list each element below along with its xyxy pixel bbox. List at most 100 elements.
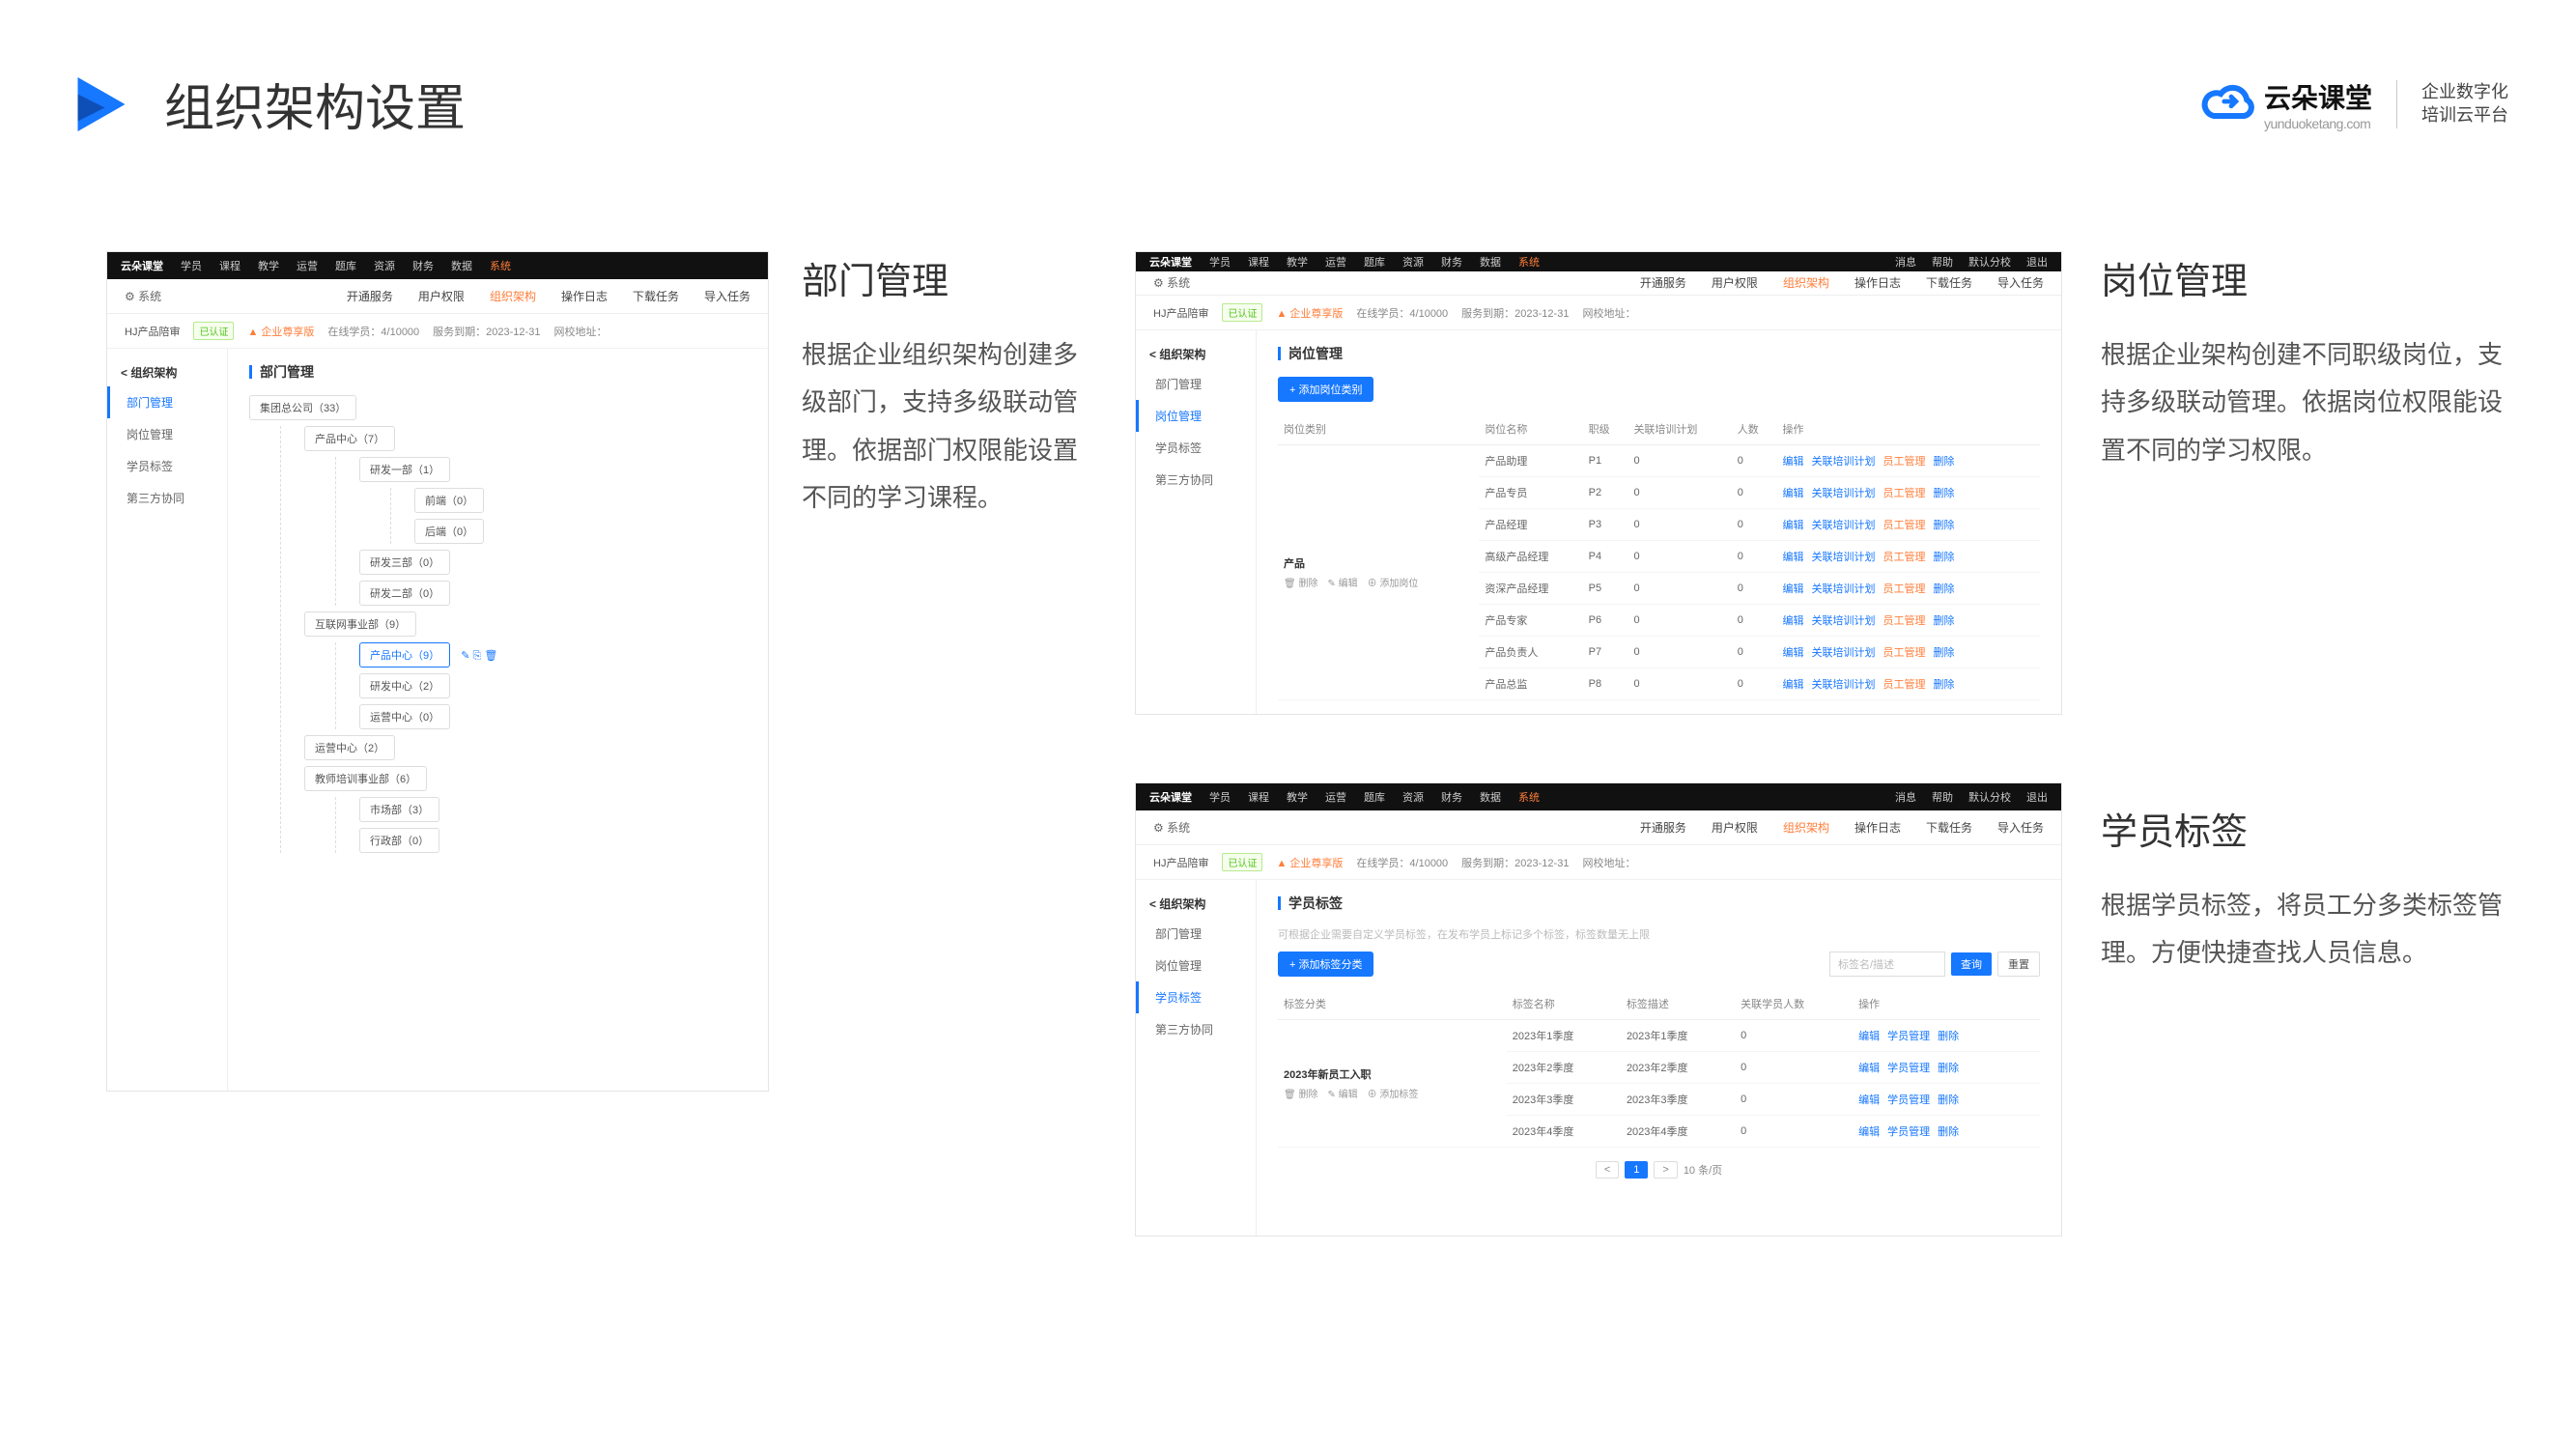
op-del[interactable]: 删除: [1938, 1031, 1959, 1042]
op-edit[interactable]: 编辑: [1783, 456, 1804, 468]
tree-node[interactable]: 教师培训事业部（6）: [304, 766, 427, 791]
op-del[interactable]: 删除: [1934, 552, 1955, 563]
help-link[interactable]: 帮助: [1932, 789, 1953, 805]
reset-button[interactable]: 重置: [1997, 952, 2040, 977]
sidebar-item-tag[interactable]: 学员标签: [1136, 981, 1256, 1013]
topnav-item[interactable]: 教学: [1287, 254, 1308, 270]
topnav-item-active[interactable]: 系统: [1518, 254, 1540, 270]
sidebar-item-tag[interactable]: 学员标签: [1136, 432, 1256, 464]
subnav-item[interactable]: 操作日志: [561, 288, 608, 304]
subnav-item[interactable]: 下载任务: [1926, 274, 1972, 291]
sidebar-item-department[interactable]: 部门管理: [107, 386, 227, 418]
topnav-item[interactable]: 题库: [335, 258, 356, 273]
op-edit[interactable]: 编辑: [1783, 520, 1804, 531]
op-staff[interactable]: 员工管理: [1883, 647, 1926, 659]
topnav-item[interactable]: 学员: [1209, 254, 1231, 270]
op-edit[interactable]: 编辑: [1783, 679, 1804, 691]
sidebar-item-department[interactable]: 部门管理: [1136, 368, 1256, 400]
msg-link[interactable]: 消息: [1895, 789, 1916, 805]
op-student[interactable]: 学员管理: [1887, 1063, 1930, 1074]
topnav-item[interactable]: 运营: [297, 258, 318, 273]
tree-node[interactable]: 运营中心（2）: [304, 735, 395, 760]
op-edit[interactable]: 编辑: [1858, 1094, 1880, 1106]
page-prev[interactable]: <: [1596, 1161, 1619, 1179]
op-del[interactable]: 删除: [1938, 1063, 1959, 1074]
topnav-item[interactable]: 课程: [1248, 254, 1269, 270]
op-edit[interactable]: 编辑: [1783, 552, 1804, 563]
op-edit[interactable]: 编辑: [1783, 488, 1804, 499]
tree-node[interactable]: 研发三部（0）: [359, 550, 450, 575]
tree-node[interactable]: 研发中心（2）: [359, 673, 450, 698]
tree-node[interactable]: 集团总公司（33）: [249, 395, 356, 420]
subnav-item[interactable]: 用户权限: [418, 288, 465, 304]
tree-node[interactable]: 研发二部（0）: [359, 581, 450, 606]
sidebar-item-thirdparty[interactable]: 第三方协同: [107, 482, 227, 514]
op-del[interactable]: 删除: [1934, 647, 1955, 659]
tree-node-selected[interactable]: 产品中心（9）: [359, 642, 450, 668]
op-plan[interactable]: 关联培训计划: [1812, 488, 1876, 499]
subnav-item[interactable]: 开通服务: [1640, 274, 1686, 291]
topnav-item[interactable]: 数据: [451, 258, 472, 273]
campus-link[interactable]: 默认分校: [1968, 254, 2011, 270]
subnav-item[interactable]: 开通服务: [347, 288, 393, 304]
op-staff[interactable]: 员工管理: [1883, 456, 1926, 468]
subnav-item[interactable]: 操作日志: [1854, 819, 1901, 836]
topnav-item[interactable]: 数据: [1480, 254, 1501, 270]
op-del[interactable]: 删除: [1934, 615, 1955, 627]
tree-node[interactable]: 运营中心（0）: [359, 704, 450, 729]
topnav-item[interactable]: 教学: [258, 258, 279, 273]
add-tag-button[interactable]: + 添加标签分类: [1278, 952, 1373, 977]
op-plan[interactable]: 关联培训计划: [1812, 552, 1876, 563]
op-staff[interactable]: 员工管理: [1883, 679, 1926, 691]
subnav-item-active[interactable]: 组织架构: [1783, 819, 1829, 836]
sidebar-back[interactable]: < 组织架构: [107, 358, 227, 386]
op-edit[interactable]: 编辑: [1858, 1063, 1880, 1074]
op-plan[interactable]: 关联培训计划: [1812, 647, 1876, 659]
help-link[interactable]: 帮助: [1932, 254, 1953, 270]
add-position-button[interactable]: + 添加岗位类别: [1278, 377, 1373, 402]
op-edit[interactable]: 编辑: [1858, 1031, 1880, 1042]
topnav-item[interactable]: 资源: [1402, 789, 1424, 805]
subnav-item[interactable]: 下载任务: [633, 288, 679, 304]
op-del[interactable]: 删除: [1938, 1094, 1959, 1106]
topnav-item[interactable]: 资源: [374, 258, 395, 273]
tree-node[interactable]: 产品中心（7）: [304, 426, 395, 451]
subnav-item-active[interactable]: 组织架构: [490, 288, 536, 304]
op-student[interactable]: 学员管理: [1887, 1031, 1930, 1042]
logout-link[interactable]: 退出: [2026, 789, 2048, 805]
page-current[interactable]: 1: [1625, 1161, 1648, 1179]
campus-link[interactable]: 默认分校: [1968, 789, 2011, 805]
topnav-item[interactable]: 教学: [1287, 789, 1308, 805]
subnav-item[interactable]: 操作日志: [1854, 274, 1901, 291]
search-button[interactable]: 查询: [1951, 952, 1992, 976]
op-student[interactable]: 学员管理: [1887, 1126, 1930, 1138]
topnav-item[interactable]: 课程: [1248, 789, 1269, 805]
op-staff[interactable]: 员工管理: [1883, 520, 1926, 531]
topnav-item[interactable]: 学员: [1209, 789, 1231, 805]
op-edit[interactable]: 编辑: [1858, 1126, 1880, 1138]
logout-link[interactable]: 退出: [2026, 254, 2048, 270]
msg-link[interactable]: 消息: [1895, 254, 1916, 270]
topnav-item[interactable]: 运营: [1325, 789, 1346, 805]
op-plan[interactable]: 关联培训计划: [1812, 456, 1876, 468]
subnav-item[interactable]: 导入任务: [1997, 819, 2044, 836]
op-edit[interactable]: 编辑: [1783, 647, 1804, 659]
op-staff[interactable]: 员工管理: [1883, 488, 1926, 499]
tree-action-icons[interactable]: ✎ ⎘ 🗑: [461, 649, 497, 663]
op-plan[interactable]: 关联培训计划: [1812, 583, 1876, 595]
op-del[interactable]: 删除: [1934, 488, 1955, 499]
tree-node[interactable]: 研发一部（1）: [359, 457, 450, 482]
sidebar-item-tag[interactable]: 学员标签: [107, 450, 227, 482]
op-del[interactable]: 删除: [1938, 1126, 1959, 1138]
tree-node[interactable]: 后端（0）: [414, 519, 484, 544]
subnav-item[interactable]: 下载任务: [1926, 819, 1972, 836]
topnav-item-active[interactable]: 系统: [490, 258, 511, 273]
op-edit[interactable]: 编辑: [1783, 615, 1804, 627]
sidebar-item-thirdparty[interactable]: 第三方协同: [1136, 464, 1256, 496]
subnav-item[interactable]: 导入任务: [704, 288, 750, 304]
op-staff[interactable]: 员工管理: [1883, 583, 1926, 595]
topnav-item[interactable]: 数据: [1480, 789, 1501, 805]
topnav-item[interactable]: 资源: [1402, 254, 1424, 270]
topnav-item[interactable]: 题库: [1364, 254, 1385, 270]
sidebar-item-position[interactable]: 岗位管理: [1136, 950, 1256, 981]
